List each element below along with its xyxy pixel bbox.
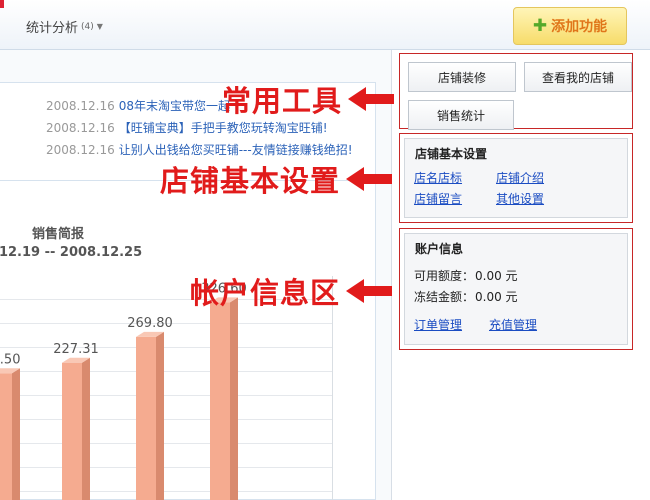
sales-report-panel: 销售简报 .12.19 -- 2008.12.25 5.50 227.31 269.… — [0, 180, 376, 500]
bar — [62, 362, 82, 500]
news-item: 2008.12.16 08年末淘宝带您一起 — [46, 97, 230, 114]
tab-statistics-label: 统计分析 — [26, 21, 79, 36]
add-feature-label: 添加功能 — [551, 19, 608, 35]
arrow-left-icon — [346, 279, 393, 303]
bar-side — [82, 357, 90, 500]
common-tools-panel: 店铺装修 查看我的店铺 销售统计 — [399, 53, 633, 130]
bar — [0, 373, 12, 500]
bar-side — [230, 297, 238, 500]
annotation-shop-settings-text: 店铺基本设置 — [160, 164, 341, 198]
annotation-account-info-text: 帐户信息区 — [190, 276, 341, 310]
annotation-shop-settings: 店铺基本设置 — [160, 158, 394, 200]
annotation-account-info: 帐户信息区 — [190, 270, 394, 312]
account-info-title: 账户信息 — [415, 242, 464, 256]
view-my-shop-button[interactable]: 查看我的店铺 — [524, 62, 632, 92]
frozen-amount-label: 冻结金额： — [414, 290, 475, 304]
bar-side — [12, 368, 20, 500]
sales-report-title: 销售简报 — [32, 227, 85, 242]
shop-decorate-button[interactable]: 店铺装修 — [408, 62, 516, 92]
news-date: 2008.12.16 — [46, 121, 115, 135]
chevron-down-icon[interactable]: ▼ — [97, 22, 103, 31]
news-date: 2008.12.16 — [46, 99, 115, 113]
other-settings-link[interactable]: 其他设置 — [496, 190, 544, 207]
top-bar: 统计分析 (4) ▼ ✚ 添加功能 — [0, 0, 650, 50]
tab-statistics-count: (4) — [81, 21, 94, 32]
add-feature-button[interactable]: ✚ 添加功能 — [513, 7, 627, 45]
arrow-left-icon — [348, 87, 395, 111]
bar-value-label: 269.80 — [127, 316, 173, 331]
available-amount-label: 可用额度： — [414, 269, 475, 283]
news-link[interactable]: 让别人出钱给您买旺铺---友情链接赚钱绝招! — [119, 143, 353, 157]
sales-report-range: .12.19 -- 2008.12.25 — [0, 245, 143, 260]
bar — [136, 336, 156, 500]
shop-message-link[interactable]: 店铺留言 — [414, 190, 462, 207]
news-link[interactable]: 【旺铺宝典】手把手教您玩转淘宝旺铺! — [119, 121, 328, 135]
tab-statistics[interactable]: 统计分析 (4) ▼ — [26, 17, 103, 36]
available-amount-value: 0.00 元 — [475, 269, 518, 283]
bar-value-label: 227.31 — [53, 342, 99, 357]
news-date: 2008.12.16 — [46, 143, 115, 157]
plus-icon: ✚ — [532, 16, 548, 36]
shop-name-logo-link[interactable]: 店名店标 — [414, 169, 462, 186]
shop-settings-title: 店铺基本设置 — [415, 147, 488, 161]
shop-settings-panel: 店铺基本设置 店名店标 店铺介绍 店铺留言 其他设置 — [399, 133, 633, 223]
corner-marker — [0, 0, 4, 8]
news-link[interactable]: 08年末淘宝带您一起 — [119, 99, 230, 113]
bar — [210, 302, 230, 500]
bar-side — [156, 331, 164, 500]
news-item: 2008.12.16 【旺铺宝典】手把手教您玩转淘宝旺铺! — [46, 119, 328, 136]
annotation-common-tools-text: 常用工具 — [222, 84, 343, 118]
order-management-link[interactable]: 订单管理 — [414, 316, 462, 333]
news-item: 2008.12.16 让别人出钱给您买旺铺---友情链接赚钱绝招! — [46, 141, 353, 158]
bar-value-label: 5.50 — [0, 352, 20, 367]
shop-intro-link[interactable]: 店铺介绍 — [496, 169, 544, 186]
arrow-left-icon — [346, 167, 393, 191]
sales-stats-button[interactable]: 销售统计 — [408, 100, 514, 130]
annotation-common-tools: 常用工具 — [222, 78, 396, 120]
account-info-panel: 账户信息 可用额度： 0.00 元 冻结金额： 0.00 元 订单管理 充值管理 — [399, 228, 633, 350]
frozen-amount-value: 0.00 元 — [475, 290, 518, 304]
recharge-management-link[interactable]: 充值管理 — [489, 316, 537, 333]
